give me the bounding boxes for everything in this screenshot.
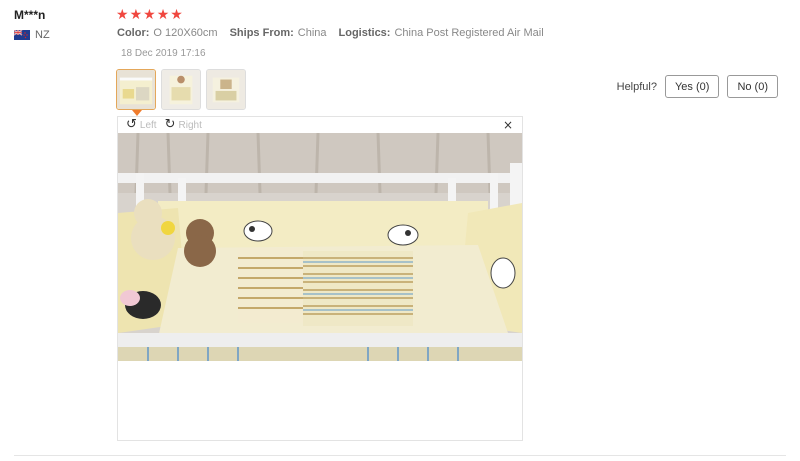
rotate-left-button[interactable]: ↺ Left — [126, 118, 157, 132]
viewer-toolbar: ↺ Left ↻ Right × — [118, 117, 522, 133]
helpful-label: Helpful? — [616, 80, 657, 93]
country-code: NZ — [35, 29, 50, 41]
review-thumbnails — [116, 69, 246, 110]
review-divider — [14, 455, 786, 456]
close-icon[interactable]: × — [503, 117, 513, 133]
nz-flag-icon — [14, 30, 30, 40]
helpful-no-button[interactable]: No (0) — [727, 75, 778, 98]
star-icon: ★ — [143, 7, 156, 23]
review-thumbnail[interactable] — [116, 69, 156, 110]
star-icon: ★ — [116, 7, 129, 23]
rotate-right-button[interactable]: ↻ Right — [165, 118, 202, 132]
image-viewer: ↺ Left ↻ Right × — [117, 116, 523, 441]
order-attributes: Color: O 120X60cm Ships From: China Logist… — [117, 27, 544, 39]
rotate-right-icon: ↻ — [164, 117, 176, 132]
review-date: 18 Dec 2019 17:16 — [121, 48, 206, 59]
review-thumbnail[interactable] — [206, 69, 246, 110]
review-thumbnail[interactable] — [161, 69, 201, 110]
rotate-right-label: Right — [178, 119, 202, 131]
star-icon: ★ — [170, 7, 183, 23]
attr-logistics: Logistics: China Post Registered Air Mail — [338, 27, 544, 39]
star-icon: ★ — [156, 7, 170, 23]
star-icon: ★ — [129, 7, 143, 23]
rotate-left-icon: ↺ — [126, 117, 137, 132]
review-photo — [118, 133, 522, 361]
helpful-yes-button[interactable]: Yes (0) — [664, 75, 720, 98]
reviewer-name: M***n — [14, 8, 46, 22]
attr-color: Color: O 120X60cm — [117, 27, 218, 39]
helpful-vote: Helpful? Yes (0) No (0) — [617, 75, 778, 98]
attr-ships-from: Ships From: China — [229, 27, 327, 39]
rotate-left-label: Left — [139, 119, 157, 131]
rating-stars: ★ ★ ★ ★ ★ — [116, 7, 183, 23]
reviewer-country: NZ — [14, 29, 50, 41]
